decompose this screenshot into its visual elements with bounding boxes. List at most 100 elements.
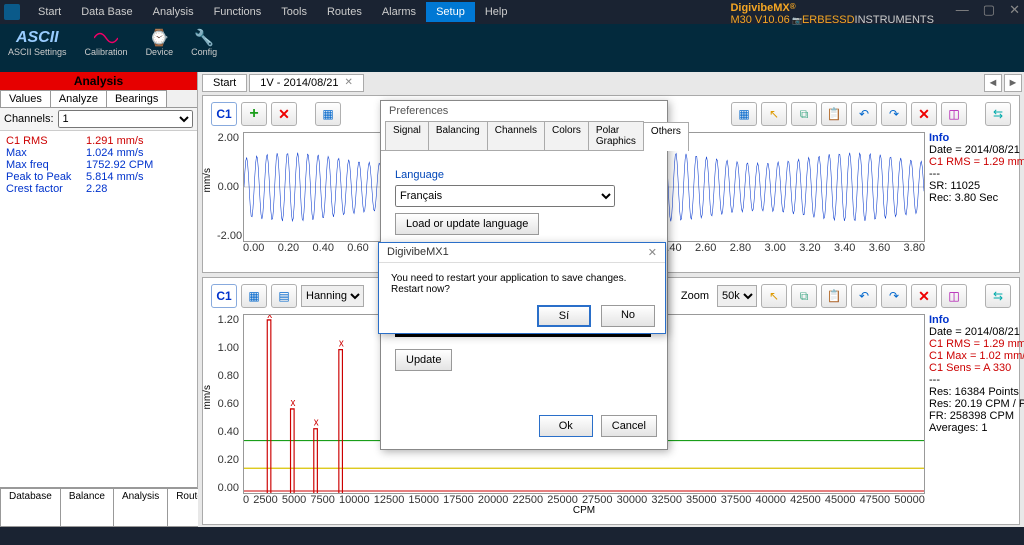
dialog-title: Preferences <box>381 101 667 121</box>
bottom-tab-analysis[interactable]: Analysis <box>113 488 168 527</box>
cancel-button[interactable]: Cancel <box>601 415 657 437</box>
app-logo <box>4 4 20 20</box>
table-icon[interactable]: ▦ <box>731 102 757 126</box>
zoom-select[interactable]: 50k <box>717 285 757 307</box>
language-label: Language <box>395 169 653 181</box>
paste-icon[interactable]: 📋 <box>821 284 847 308</box>
y-axis-label: mm/s <box>202 168 213 192</box>
stat-label: Crest factor <box>6 183 86 195</box>
svg-text:x: x <box>267 314 273 321</box>
ribbon-toolbar: ASCIIASCII Settings Calibration ⌚Device … <box>0 24 1024 72</box>
y-axis-label: mm/s <box>202 385 213 409</box>
prefs-tab-balancing[interactable]: Balancing <box>428 121 488 150</box>
add-button[interactable]: + <box>241 102 267 126</box>
compare-icon[interactable]: ⇆ <box>985 284 1011 308</box>
menu-start[interactable]: Start <box>28 2 71 22</box>
prefs-tabs: Signal Balancing Channels Colors Polar G… <box>381 121 667 151</box>
undo-icon[interactable]: ↶ <box>851 102 877 126</box>
window-controls: — ▢ ✕ <box>956 2 1020 18</box>
minimize-icon[interactable]: — <box>956 2 969 18</box>
ok-button[interactable]: Ok <box>539 415 593 437</box>
bottom-tab-database[interactable]: Database <box>0 488 61 527</box>
copy-icon[interactable]: ⧉ <box>791 284 817 308</box>
redo-icon[interactable]: ↷ <box>881 284 907 308</box>
ribbon-device[interactable]: ⌚Device <box>146 28 174 58</box>
stat-value: 1.291 mm/s <box>86 135 143 147</box>
bottom-tab-balance[interactable]: Balance <box>60 488 114 527</box>
channel-button[interactable]: C1 <box>211 284 237 308</box>
menu-bar: Start Data Base Analysis Functions Tools… <box>0 0 1024 24</box>
menu-routes[interactable]: Routes <box>317 2 372 22</box>
stat-label: Peak to Peak <box>6 171 86 183</box>
prefs-tab-channels[interactable]: Channels <box>487 121 545 150</box>
analysis-header: Analysis <box>0 72 197 90</box>
menu-setup[interactable]: Setup <box>426 2 475 22</box>
msgbox-close-icon[interactable]: ✕ <box>648 246 657 259</box>
grid-icon[interactable]: ▦ <box>315 102 341 126</box>
msgbox-titlebar: DigivibeMX1 ✕ <box>379 243 665 263</box>
compare-icon[interactable]: ⇆ <box>985 102 1011 126</box>
ribbon-ascii[interactable]: ASCIIASCII Settings <box>8 28 67 58</box>
brand-company: ERBESSD <box>802 14 855 26</box>
close-icon[interactable]: ✕ <box>1009 2 1020 18</box>
tab-nav-right[interactable]: ► <box>1004 74 1022 92</box>
close-tab-icon[interactable]: ✕ <box>345 77 353 88</box>
grid3-icon[interactable]: ▤ <box>271 284 297 308</box>
prefs-tab-others[interactable]: Others <box>643 122 689 151</box>
language-select[interactable]: Français <box>395 185 615 207</box>
remove-button[interactable]: ✕ <box>271 102 297 126</box>
stat-label: Max <box>6 147 86 159</box>
menu-analysis[interactable]: Analysis <box>143 2 204 22</box>
redo-icon[interactable]: ↷ <box>881 102 907 126</box>
doc-tab-record[interactable]: 1V - 2014/08/21✕ <box>249 74 364 92</box>
paste-icon[interactable]: 📋 <box>821 102 847 126</box>
tab-nav-left[interactable]: ◄ <box>984 74 1002 92</box>
copy-icon[interactable]: ⧉ <box>791 102 817 126</box>
window-select[interactable]: Hanning <box>301 285 364 307</box>
menu-help[interactable]: Help <box>475 2 518 22</box>
msgbox-text: You need to restart your application to … <box>379 263 665 305</box>
brand-suffix: INSTRUMENTS <box>855 14 934 26</box>
stat-value: 1752.92 CPM <box>86 159 153 171</box>
prefs-tab-colors[interactable]: Colors <box>544 121 589 150</box>
y-ticks: 1.201.000.800.600.400.200.00 <box>217 314 239 494</box>
prefs-tab-polar[interactable]: Polar Graphics <box>588 121 644 150</box>
undo-icon[interactable]: ↶ <box>851 284 877 308</box>
menu-tools[interactable]: Tools <box>271 2 317 22</box>
tab-analyze[interactable]: Analyze <box>50 90 107 107</box>
brand-block: DigivibeMX® M30 V10.06 📷ERBESSDINSTRUMEN… <box>730 2 934 26</box>
menu-functions[interactable]: Functions <box>204 2 272 22</box>
svg-text:x: x <box>339 338 345 350</box>
delete-icon[interactable]: ✕ <box>911 284 937 308</box>
layout-icon[interactable]: ◫ <box>941 284 967 308</box>
no-button[interactable]: No <box>601 305 655 327</box>
info-header: Info <box>929 314 1011 326</box>
msgbox-title: DigivibeMX1 <box>387 246 449 259</box>
prefs-tab-signal[interactable]: Signal <box>385 121 429 150</box>
brand-name: DigivibeMX <box>730 2 789 14</box>
tab-values[interactable]: Values <box>0 90 51 107</box>
restart-dialog: DigivibeMX1 ✕ You need to restart your a… <box>378 242 666 334</box>
left-panel: Analysis Values Analyze Bearings Channel… <box>0 72 198 527</box>
tab-bearings[interactable]: Bearings <box>106 90 167 107</box>
ribbon-config[interactable]: 🔧Config <box>191 28 217 58</box>
cursor-icon[interactable]: ↖ <box>761 102 787 126</box>
layout-icon[interactable]: ◫ <box>941 102 967 126</box>
cursor-icon[interactable]: ↖ <box>761 284 787 308</box>
maximize-icon[interactable]: ▢ <box>983 2 995 18</box>
channels-select[interactable]: 1 <box>58 110 193 128</box>
menu-database[interactable]: Data Base <box>71 2 142 22</box>
channel-button[interactable]: C1 <box>211 102 237 126</box>
wrench-icon: 🔧 <box>192 28 216 48</box>
menu-alarms[interactable]: Alarms <box>372 2 426 22</box>
brand-version: M30 V10.06 <box>730 14 789 26</box>
grid2-icon[interactable]: ▦ <box>241 284 267 308</box>
delete-icon[interactable]: ✕ <box>911 102 937 126</box>
update-button[interactable]: Update <box>395 349 452 371</box>
doc-tab-start[interactable]: Start <box>202 74 247 92</box>
ribbon-calibration[interactable]: Calibration <box>85 28 128 58</box>
yes-button[interactable]: Sí <box>537 305 591 327</box>
stat-label: Max freq <box>6 159 86 171</box>
load-language-button[interactable]: Load or update language <box>395 213 539 235</box>
svg-text:x: x <box>314 417 320 429</box>
